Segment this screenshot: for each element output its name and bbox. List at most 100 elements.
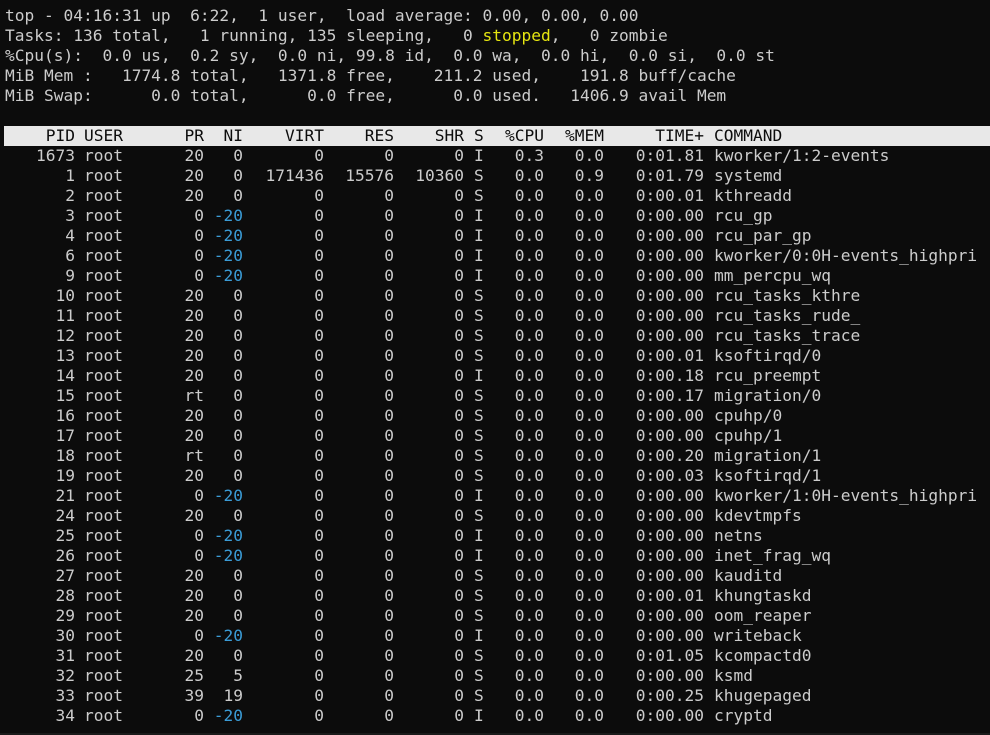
tasks-text: Tasks: 136 total, 1 running, 135 sleepin… — [5, 26, 483, 45]
cell-pr: 0 — [194, 706, 204, 725]
cell-pr: 20 — [184, 346, 205, 365]
table-row: 26 root 0 -20 0 0 0 I 0.0 0.0 0:00.00 inet_frag_wq — [0, 546, 990, 566]
cell-user: root — [84, 666, 123, 685]
cell-cpu: 0.0 — [514, 366, 544, 385]
cell-user: root — [84, 146, 123, 165]
cell-time: 0:00.00 — [635, 286, 704, 305]
cell-mem: 0.0 — [574, 646, 604, 665]
cell-state: S — [474, 606, 484, 625]
cell-virt: 0 — [314, 226, 324, 245]
cell-user: root — [84, 406, 123, 425]
cell-virt: 0 — [314, 486, 324, 505]
col-header-state: S — [474, 126, 484, 145]
cell-user: root — [84, 506, 123, 525]
cell-shr: 0 — [454, 306, 464, 325]
cell-virt: 0 — [314, 706, 324, 725]
cell-mem: 0.0 — [574, 526, 604, 545]
cell-time: 0:00.00 — [635, 606, 704, 625]
cell-command: inet_frag_wq — [714, 546, 831, 565]
cell-pr: 0 — [194, 486, 204, 505]
cell-cpu: 0.0 — [514, 326, 544, 345]
cell-pid: 29 — [55, 606, 76, 625]
cell-time: 0:00.01 — [635, 346, 704, 365]
cell-state: S — [474, 386, 484, 405]
cell-ni: 0 — [233, 426, 243, 445]
table-row: 1673 root 20 0 0 0 0 I 0.3 0.0 0:01.81 kworker/1:2-… — [0, 146, 990, 166]
cell-state: I — [474, 486, 484, 505]
cell-ni: 0 — [233, 286, 243, 305]
cell-res: 0 — [384, 406, 394, 425]
cell-ni: 0 — [233, 366, 243, 385]
cell-pid: 25 — [55, 526, 76, 545]
cell-pid: 4 — [65, 226, 75, 245]
cell-pid: 26 — [55, 546, 76, 565]
cell-ni: 0 — [233, 166, 243, 185]
cell-shr: 0 — [454, 506, 464, 525]
cell-pr: 25 — [184, 666, 205, 685]
cell-mem: 0.0 — [574, 606, 604, 625]
col-header-shr: SHR — [434, 126, 464, 145]
cell-virt: 0 — [314, 586, 324, 605]
cell-user: root — [84, 426, 123, 445]
cell-pr: 20 — [184, 586, 205, 605]
cell-state: I — [474, 246, 484, 265]
cell-shr: 0 — [454, 686, 464, 705]
cell-cpu: 0.0 — [514, 186, 544, 205]
col-header-cpu: %CPU — [505, 126, 544, 145]
cell-cpu: 0.0 — [514, 206, 544, 225]
cell-user: root — [84, 346, 123, 365]
cell-res: 0 — [384, 526, 394, 545]
uptime-load-line: top - 04:16:31 up 6:22, 1 user, load ave… — [5, 6, 639, 25]
cell-command: kcompactd0 — [714, 646, 812, 665]
cell-pr: 20 — [184, 466, 205, 485]
cell-time: 0:00.00 — [635, 326, 704, 345]
table-row: 32 root 25 5 0 0 0 S 0.0 0.0 0:00.00 ksmd — [0, 666, 990, 686]
cell-res: 0 — [384, 546, 394, 565]
table-row: 21 root 0 -20 0 0 0 I 0.0 0.0 0:00.00 kworker/1:0H-… — [0, 486, 990, 506]
cell-cpu: 0.0 — [514, 346, 544, 365]
cell-command: migration/0 — [714, 386, 822, 405]
cell-ni: 0 — [233, 186, 243, 205]
cell-state: S — [474, 306, 484, 325]
cell-state: S — [474, 446, 484, 465]
cell-cpu: 0.0 — [514, 166, 544, 185]
cell-pid: 24 — [55, 506, 76, 525]
cell-command: khugepaged — [714, 686, 812, 705]
cell-res: 0 — [384, 386, 394, 405]
table-row: 31 root 20 0 0 0 0 S 0.0 0.0 0:01.05 kcompactd0 — [0, 646, 990, 666]
cell-cpu: 0.0 — [514, 566, 544, 585]
cell-virt: 0 — [314, 426, 324, 445]
cell-state: S — [474, 586, 484, 605]
cell-cpu: 0.0 — [514, 426, 544, 445]
cell-mem: 0.0 — [574, 246, 604, 265]
table-row: 34 root 0 -20 0 0 0 I 0.0 0.0 0:00.00 cryptd — [0, 706, 990, 726]
cell-ni: 0 — [233, 386, 243, 405]
cell-time: 0:00.00 — [635, 246, 704, 265]
cell-user: root — [84, 166, 123, 185]
table-row: 15 root rt 0 0 0 0 S 0.0 0.0 0:00.17 migration/0 — [0, 386, 990, 406]
cell-virt: 171436 — [265, 166, 324, 185]
cell-ni: 0 — [233, 646, 243, 665]
cell-virt: 0 — [314, 606, 324, 625]
cell-virt: 0 — [314, 646, 324, 665]
terminal-window[interactable]: top - 04:16:31 up 6:22, 1 user, load ave… — [0, 0, 990, 735]
cell-virt: 0 — [314, 326, 324, 345]
col-header-time: TIME+ — [655, 126, 704, 145]
cell-pid: 12 — [55, 326, 76, 345]
cell-mem: 0.0 — [574, 406, 604, 425]
cell-pid: 21 — [55, 486, 76, 505]
cell-command: cpuhp/0 — [714, 406, 783, 425]
cell-shr: 10360 — [415, 166, 464, 185]
cell-cpu: 0.0 — [514, 406, 544, 425]
cell-time: 0:00.01 — [635, 186, 704, 205]
cell-ni: -20 — [213, 246, 243, 265]
cell-pr: 0 — [194, 626, 204, 645]
col-header-res: RES — [364, 126, 394, 145]
cell-time: 0:00.03 — [635, 466, 704, 485]
cell-ni: -20 — [213, 626, 243, 645]
cell-cpu: 0.0 — [514, 606, 544, 625]
col-header-command: COMMAND — [714, 126, 783, 145]
cell-virt: 0 — [314, 346, 324, 365]
cell-command: mm_percpu_wq — [714, 266, 831, 285]
cell-time: 0:01.81 — [635, 146, 704, 165]
